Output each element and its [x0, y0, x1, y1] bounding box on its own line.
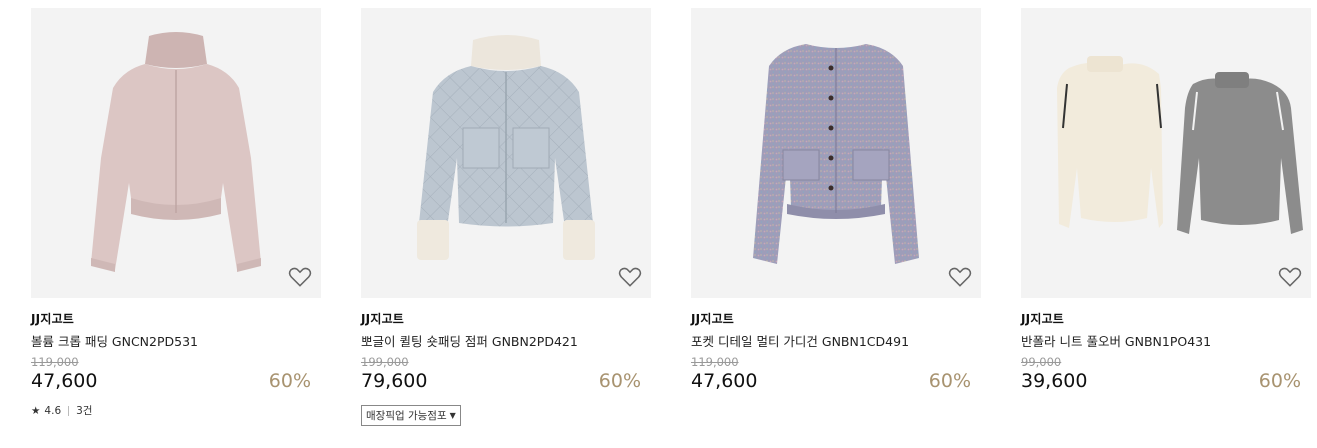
rating: ★ 4.6 3건	[31, 403, 321, 418]
product-name[interactable]: 포켓 디테일 멀티 가디건 GNBN1CD491	[691, 331, 981, 350]
heart-icon[interactable]	[287, 264, 313, 290]
product-card[interactable]: JJ지고트 반폴라 니트 풀오버 GNBN1PO431 99,000 39,60…	[1021, 8, 1311, 395]
product-card[interactable]: JJ지고트 뽀글이 퀼팅 숏패딩 점퍼 GNBN2PD421 199,000 7…	[361, 8, 651, 426]
product-name[interactable]: 반폴라 니트 풀오버 GNBN1PO431	[1021, 331, 1311, 350]
cardigan-image	[753, 44, 919, 264]
heart-icon[interactable]	[617, 264, 643, 290]
heart-icon[interactable]	[947, 264, 973, 290]
brand-name: JJ지고트	[31, 312, 75, 326]
product-image[interactable]	[361, 8, 651, 298]
store-pickup-dropdown[interactable]: 매장픽업 가능점포 ▼	[361, 405, 461, 426]
discount-rate: 60%	[598, 370, 641, 392]
price-row: 47,600 60%	[691, 369, 981, 395]
divider	[68, 405, 70, 416]
review-count: 3건	[76, 405, 93, 417]
original-price: 199,000	[361, 355, 409, 369]
rating-score: 4.6	[44, 404, 62, 417]
discount-rate: 60%	[928, 370, 971, 392]
discount-rate: 60%	[268, 370, 311, 392]
star-icon: ★	[31, 404, 41, 417]
product-image[interactable]	[691, 8, 981, 298]
price-row: 47,600 60%	[31, 369, 321, 395]
brand-name: JJ지고트	[1021, 312, 1065, 326]
brand-name: JJ지고트	[691, 312, 735, 326]
product-grid: JJ지고트 볼륨 크롭 패딩 GNCN2PD531 119,000 47,600…	[0, 0, 1317, 448]
original-price: 99,000	[1021, 355, 1062, 369]
caret-down-icon: ▼	[449, 411, 456, 420]
price-row: 79,600 60%	[361, 369, 651, 395]
product-image[interactable]	[31, 8, 321, 298]
heart-icon[interactable]	[1277, 264, 1303, 290]
quilted-jacket-image	[417, 35, 595, 260]
product-name[interactable]: 뽀글이 퀼팅 숏패딩 점퍼 GNBN2PD421	[361, 331, 651, 350]
price-row: 39,600 60%	[1021, 369, 1311, 395]
product-card[interactable]: JJ지고트 볼륨 크롭 패딩 GNCN2PD531 119,000 47,600…	[31, 8, 321, 418]
original-price: 119,000	[691, 355, 739, 369]
sale-price: 39,600	[1021, 370, 1088, 392]
discount-rate: 60%	[1258, 370, 1301, 392]
product-card[interactable]: JJ지고트 포켓 디테일 멀티 가디건 GNBN1CD491 119,000 4…	[691, 8, 981, 395]
product-image[interactable]	[1021, 8, 1311, 298]
store-pickup-label: 매장픽업 가능점포	[366, 410, 447, 422]
product-name[interactable]: 볼륨 크롭 패딩 GNCN2PD531	[31, 331, 321, 350]
brand-name: JJ지고트	[361, 312, 405, 326]
sale-price: 79,600	[361, 370, 428, 392]
knit-pullover-image	[1057, 56, 1303, 234]
sale-price: 47,600	[691, 370, 758, 392]
original-price: 119,000	[31, 355, 79, 369]
sale-price: 47,600	[31, 370, 98, 392]
puffer-jacket-image	[91, 32, 261, 272]
